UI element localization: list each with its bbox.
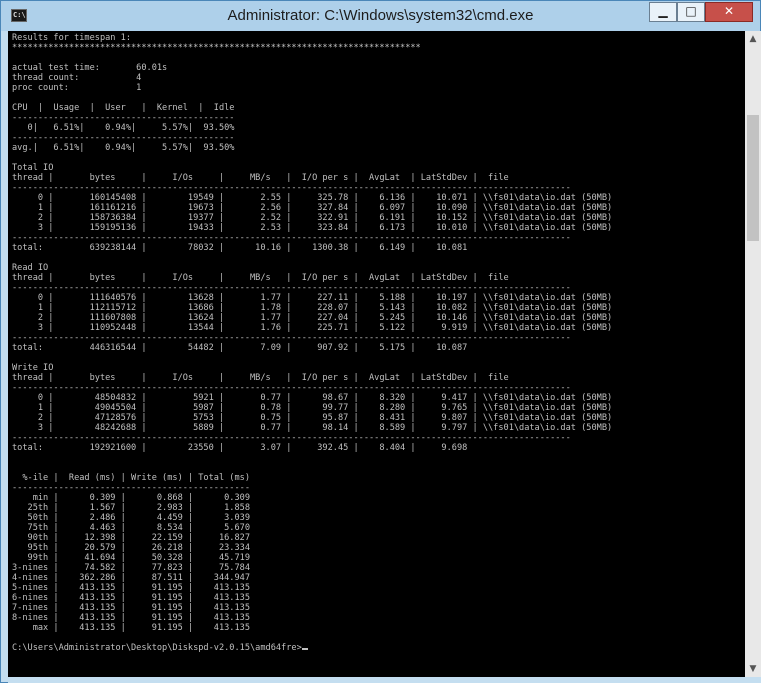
console-text: Results for timespan 1: ****************… (8, 31, 745, 653)
console-line: 0 | 48504832 | 5921 | 0.77 | 98.67 | 8.3… (12, 393, 613, 403)
console-line: thread | bytes | I/Os | MB/s | I/O per s… (12, 173, 509, 183)
cmd-window: C:\ Administrator: C:\Windows\system32\c… (0, 0, 761, 683)
console-line: 7-nines | 413.135 | 91.195 | 413.135 (12, 603, 250, 613)
window-title: Administrator: C:\Windows\system32\cmd.e… (227, 7, 534, 24)
close-button[interactable]: ✕ (705, 2, 753, 22)
console-line: ----------------------------------------… (12, 113, 235, 123)
scroll-up-arrow-icon[interactable]: ▲ (745, 31, 761, 47)
console-line: ----------------------------------------… (12, 183, 571, 193)
console-line: ****************************************… (12, 43, 421, 53)
scrollbar-thumb[interactable] (747, 115, 759, 241)
console-line: total: 192921600 | 23550 | 3.07 | 392.45… (12, 443, 468, 453)
console-line: ----------------------------------------… (12, 433, 571, 443)
console-line: 2 | 47128576 | 5753 | 0.75 | 95.87 | 8.4… (12, 413, 613, 423)
console-line: Results for timespan 1: (12, 33, 131, 43)
console-line: 0 | 111640576 | 13628 | 1.77 | 227.11 | … (12, 293, 613, 303)
console-line: min | 0.309 | 0.868 | 0.309 (12, 493, 250, 503)
console-line: %-ile | Read (ms) | Write (ms) | Total (… (12, 473, 250, 483)
console-line: 90th | 12.398 | 22.159 | 16.827 (12, 533, 250, 543)
console-line: CPU | Usage | User | Kernel | Idle (12, 103, 235, 113)
window-bottom-border (8, 677, 761, 683)
console-line: 3 | 48242688 | 5889 | 0.77 | 98.14 | 8.5… (12, 423, 613, 433)
console-line: ----------------------------------------… (12, 283, 571, 293)
console-line: 3 | 159195136 | 19433 | 2.53 | 323.84 | … (12, 223, 613, 233)
maximize-button[interactable]: □ (677, 2, 705, 22)
console-line: max | 413.135 | 91.195 | 413.135 (12, 623, 250, 633)
console-line: 99th | 41.694 | 50.328 | 45.719 (12, 553, 250, 563)
console-line: 2 | 158736384 | 19377 | 2.52 | 322.91 | … (12, 213, 613, 223)
console-line: thread | bytes | I/Os | MB/s | I/O per s… (12, 273, 509, 283)
console-output-area[interactable]: Results for timespan 1: ****************… (8, 31, 745, 677)
console-line: ----------------------------------------… (12, 483, 250, 493)
console-line: 0| 6.51%| 0.94%| 5.57%| 93.50% (12, 123, 235, 133)
vertical-scrollbar[interactable]: ▲ ▼ (745, 31, 761, 677)
console-line: 1 | 161161216 | 19673 | 2.56 | 327.84 | … (12, 203, 613, 213)
command-prompt[interactable]: C:\Users\Administrator\Desktop\Diskspd-v… (12, 643, 302, 653)
console-line: total: 446316544 | 54482 | 7.09 | 907.92… (12, 343, 468, 353)
console-line: 95th | 20.579 | 26.218 | 23.334 (12, 543, 250, 553)
scroll-down-arrow-icon[interactable]: ▼ (745, 661, 761, 677)
console-line: 0 | 160145408 | 19549 | 2.55 | 325.78 | … (12, 193, 613, 203)
console-line: 1 | 112115712 | 13686 | 1.78 | 228.07 | … (12, 303, 613, 313)
console-line: 1 | 49045504 | 5987 | 0.78 | 99.77 | 8.2… (12, 403, 613, 413)
console-line: 4-nines | 362.286 | 87.511 | 344.947 (12, 573, 250, 583)
minimize-button[interactable]: ▁ (649, 2, 677, 22)
console-line: 25th | 1.567 | 2.983 | 1.858 (12, 503, 250, 513)
console-line: thread | bytes | I/Os | MB/s | I/O per s… (12, 373, 509, 383)
console-line: proc count: 1 (12, 83, 142, 93)
console-line: thread count: 4 (12, 73, 142, 83)
console-line: actual test time: 60.01s (12, 63, 168, 73)
console-line: 5-nines | 413.135 | 91.195 | 413.135 (12, 583, 250, 593)
console-line: avg.| 6.51%| 0.94%| 5.57%| 93.50% (12, 143, 235, 153)
console-line: 3 | 110952448 | 13544 | 1.76 | 225.71 | … (12, 323, 613, 333)
console-line: ----------------------------------------… (12, 233, 571, 243)
console-line: Read IO (12, 263, 49, 273)
console-line: Total IO (12, 163, 54, 173)
text-cursor (301, 648, 308, 650)
console-line: 2 | 111607808 | 13624 | 1.77 | 227.04 | … (12, 313, 613, 323)
console-line: Write IO (12, 363, 54, 373)
title-bar[interactable]: C:\ Administrator: C:\Windows\system32\c… (1, 1, 760, 31)
console-line: 50th | 2.486 | 4.459 | 3.039 (12, 513, 250, 523)
console-line: 6-nines | 413.135 | 91.195 | 413.135 (12, 593, 250, 603)
console-line: total: 639238144 | 78032 | 10.16 | 1300.… (12, 243, 468, 253)
console-line: ----------------------------------------… (12, 333, 571, 343)
console-line: 75th | 4.463 | 8.534 | 5.670 (12, 523, 250, 533)
console-line: 8-nines | 413.135 | 91.195 | 413.135 (12, 613, 250, 623)
console-line: 3-nines | 74.582 | 77.823 | 75.784 (12, 563, 250, 573)
console-line: ----------------------------------------… (12, 133, 235, 143)
console-line: ----------------------------------------… (12, 383, 571, 393)
